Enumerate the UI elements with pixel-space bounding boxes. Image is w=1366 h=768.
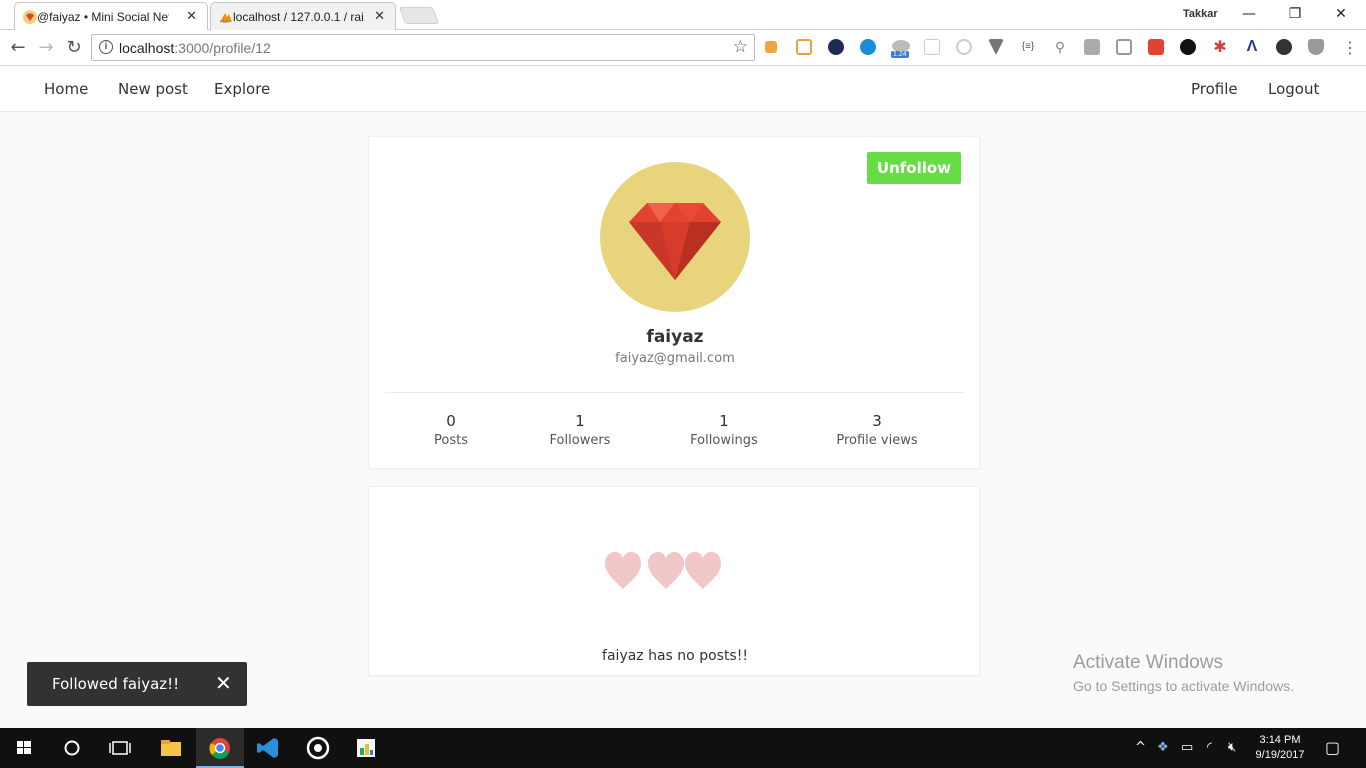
profile-username: faiyaz <box>646 327 704 347</box>
cortana-icon[interactable] <box>48 728 96 768</box>
volume-muted-icon[interactable]: 🔇︎ <box>1228 740 1236 755</box>
extension-vue-icon[interactable] <box>988 39 1004 55</box>
vscode-icon[interactable] <box>244 728 292 768</box>
chrome-icon[interactable] <box>196 728 244 768</box>
app-navbar: Home New post Explore Profile Logout <box>0 66 1366 112</box>
url-host: localhost <box>119 40 175 56</box>
reload-icon[interactable]: ↻ <box>63 37 85 59</box>
no-posts-message: faiyaz has no posts!! <box>602 648 748 664</box>
posts-card: faiyaz has no posts!! <box>368 486 980 676</box>
minimize-icon[interactable]: — <box>1226 2 1272 28</box>
tab-close-icon[interactable]: ✕ <box>186 9 197 24</box>
hearts-icon <box>605 552 721 589</box>
stat-value: 3 <box>872 412 882 430</box>
stat-label: Followers <box>549 433 611 448</box>
address-bar[interactable]: i localhost:3000/profile/12 ☆ <box>91 34 755 61</box>
stat-label: Posts <box>434 433 468 448</box>
profile-card: Unfollow faiyaz faiyaz@gmail.com 0 Posts… <box>368 136 980 469</box>
url-text[interactable]: localhost:3000/profile/12 <box>119 40 271 56</box>
extension-orbit-icon[interactable] <box>828 39 844 55</box>
stat-value: 1 <box>575 412 585 430</box>
bookmark-star-icon[interactable]: ☆ <box>733 37 748 57</box>
stat-followings[interactable]: 1 Followings <box>654 412 794 448</box>
extension-frame-icon[interactable] <box>1116 39 1132 55</box>
taskbar-clock[interactable]: 3:14 PM 9/19/2017 <box>1252 733 1308 763</box>
ruby-gem-icon <box>629 203 721 280</box>
stat-value: 0 <box>446 412 456 430</box>
extension-target-icon[interactable] <box>956 39 972 55</box>
menu-kebab-icon[interactable]: ⋮ <box>1339 37 1361 59</box>
extension-json-icon[interactable]: {≡} <box>1020 39 1036 55</box>
wifi-icon[interactable]: ◜ <box>1207 740 1212 755</box>
browser-tabstrip: @faiyaz • Mini Social Net ✕ PMA localhos… <box>0 0 1366 30</box>
extension-github-icon[interactable] <box>1180 39 1196 55</box>
extension-shield-icon[interactable] <box>1308 39 1324 55</box>
extension-translate-icon[interactable] <box>1148 39 1164 55</box>
extension-notes-icon[interactable] <box>796 39 812 55</box>
windows-taskbar: ^ ❖ ▭ ◜ 🔇︎ 3:14 PM 9/19/2017 ▢ <box>0 728 1366 768</box>
extension-badge: 1.24 <box>891 51 909 58</box>
url-path: :3000/profile/12 <box>174 40 271 56</box>
sublime-notes-icon[interactable] <box>342 728 390 768</box>
profile-email: faiyaz@gmail.com <box>615 351 735 366</box>
extension-lambda-icon[interactable]: Λ <box>1244 39 1260 55</box>
divider <box>385 392 965 393</box>
tab-close-icon[interactable]: ✕ <box>374 9 385 24</box>
stat-profile-views: 3 Profile views <box>807 412 947 448</box>
notifications-icon[interactable]: ▢ <box>1325 738 1340 757</box>
nav-profile[interactable]: Profile <box>1191 80 1238 98</box>
extension-screenshot-icon[interactable] <box>1084 39 1100 55</box>
nav-new-post[interactable]: New post <box>118 80 188 98</box>
watermark-title: Activate Windows <box>1073 652 1223 673</box>
stat-value: 1 <box>719 412 729 430</box>
task-view-icon[interactable] <box>96 728 144 768</box>
back-arrow-icon[interactable]: ← <box>7 37 29 59</box>
clock-time: 3:14 PM <box>1259 734 1301 746</box>
avatar <box>600 162 750 312</box>
extension-github-alt-icon[interactable] <box>1276 39 1292 55</box>
tab-title: @faiyaz • Mini Social Net <box>37 9 169 24</box>
unfollow-button[interactable]: Unfollow <box>867 152 961 184</box>
start-windows-icon[interactable] <box>0 728 48 768</box>
profile-user-name[interactable]: Takkar <box>1183 8 1218 20</box>
tab-phpmyadmin[interactable]: PMA localhost / 127.0.0.1 / rai ✕ <box>210 2 396 30</box>
svg-text:PMA: PMA <box>220 19 229 24</box>
dropbox-icon[interactable]: ❖ <box>1157 740 1169 755</box>
nav-logout[interactable]: Logout <box>1268 80 1319 98</box>
nav-home[interactable]: Home <box>44 80 88 98</box>
forward-arrow-icon[interactable]: → <box>35 37 57 59</box>
stat-label: Profile views <box>836 433 918 448</box>
stat-followers[interactable]: 1 Followers <box>510 412 650 448</box>
toast-notification: Followed faiyaz!! ✕ <box>27 662 247 706</box>
tab-title: localhost / 127.0.0.1 / rai <box>233 9 364 24</box>
extension-asterisk-icon[interactable]: ✱ <box>1212 39 1228 55</box>
window-close-icon[interactable]: ✕ <box>1318 2 1364 28</box>
site-info-icon[interactable]: i <box>99 40 113 54</box>
tab-profile[interactable]: @faiyaz • Mini Social Net ✕ <box>14 2 208 30</box>
clock-date: 9/19/2017 <box>1255 749 1305 761</box>
activate-windows-watermark: Activate Windows Go to Settings to activ… <box>1073 652 1294 694</box>
extension-bookmark-icon[interactable] <box>765 41 777 53</box>
nav-explore[interactable]: Explore <box>214 80 270 98</box>
extension-gear-icon[interactable] <box>924 39 940 55</box>
watermark-subtitle: Go to Settings to activate Windows. <box>1073 678 1294 694</box>
restore-icon[interactable]: ❐ <box>1272 2 1318 28</box>
stat-posts[interactable]: 0 Posts <box>381 412 521 448</box>
ruby-favicon-icon <box>23 10 37 24</box>
browser-toolbar: ← → ↻ i localhost:3000/profile/12 ☆ 1.24… <box>0 30 1366 66</box>
toast-message: Followed faiyaz!! <box>52 675 180 693</box>
phpmyadmin-favicon-icon: PMA <box>220 13 232 24</box>
new-tab-button[interactable] <box>398 7 440 24</box>
battery-icon[interactable]: ▭ <box>1181 740 1193 755</box>
extension-search-icon[interactable]: ⚲ <box>1052 39 1068 55</box>
extension-m-icon[interactable] <box>860 39 876 55</box>
media-target-icon[interactable] <box>294 728 342 768</box>
toast-close-icon[interactable]: ✕ <box>215 671 232 695</box>
stat-label: Followings <box>690 433 758 448</box>
file-explorer-icon[interactable] <box>147 728 195 768</box>
tray-chevron-icon[interactable]: ^ <box>1135 740 1146 755</box>
